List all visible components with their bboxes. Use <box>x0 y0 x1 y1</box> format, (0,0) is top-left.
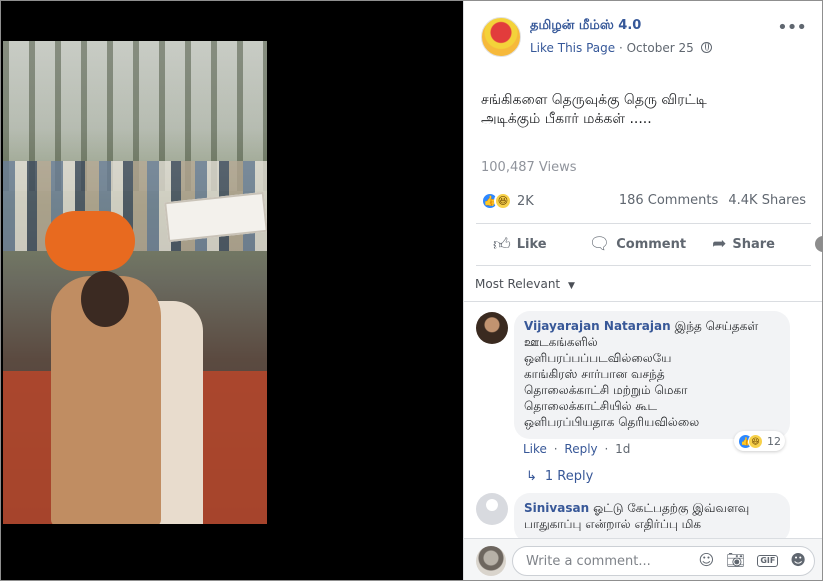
speech-bubble-icon: 🗨︎ <box>588 234 611 254</box>
action-bar: 👍︎ Like 🗨︎ Comment ➦ Share ▼ <box>476 228 823 260</box>
post-meta: Like This Page · October 25 <box>530 41 712 55</box>
comments-count-link[interactable]: 186 Comments <box>619 193 718 208</box>
comment-author-link[interactable]: Sinivasan <box>524 501 589 515</box>
globe-icon <box>700 42 712 53</box>
comment-sort-dropdown[interactable]: Most Relevant ▼ <box>475 277 575 291</box>
divider <box>464 301 822 302</box>
comment-author-link[interactable]: Vijayarajan Natarajan <box>524 319 671 333</box>
like-button[interactable]: 👍︎ Like <box>493 234 547 255</box>
commenter-avatar[interactable] <box>476 493 508 525</box>
gif-icon[interactable]: GIF <box>757 554 779 567</box>
divider <box>476 223 811 224</box>
page-name-link[interactable]: தமிழன் மீம்ஸ் 4.0 <box>530 18 641 34</box>
sticker-icon[interactable]: ☻ <box>790 553 806 568</box>
share-button[interactable]: ➦ Share <box>712 234 775 254</box>
divider <box>476 265 811 266</box>
comment-reactions[interactable]: 👍 😆 12 <box>734 431 785 451</box>
chevron-down-icon: ▼ <box>567 281 575 291</box>
reaction-summary[interactable]: 👍 😆 2K <box>481 191 534 211</box>
composer-avatar <box>476 546 506 576</box>
media-viewer <box>1 1 463 580</box>
emoji-icon[interactable]: ☺ <box>699 553 715 568</box>
comment-button[interactable]: 🗨︎ Comment <box>589 234 686 254</box>
camera-icon[interactable]: 📷︎ <box>726 553 745 568</box>
comment-reaction-count: 12 <box>767 434 781 448</box>
post-panel: தமிழன் மீம்ஸ் 4.0 Like This Page · Octob… <box>463 1 823 580</box>
meta-separator: · <box>618 41 623 55</box>
share-arrow-icon: ➦ <box>712 234 727 254</box>
comment-input[interactable]: Write a comment... ☺ 📷︎ GIF ☻ <box>512 546 815 576</box>
comment-time[interactable]: 1d <box>615 442 630 456</box>
post-text: சங்கிகளை தெருவுக்கு தெரு விரட்டி அடிக்கு… <box>481 92 707 127</box>
comment-composer: Write a comment... ☺ 📷︎ GIF ☻ <box>464 538 822 580</box>
post-date[interactable]: October 25 <box>627 41 694 55</box>
comment-like-link[interactable]: Like <box>523 442 547 456</box>
page-avatar[interactable] <box>481 17 521 57</box>
composer-icons: ☺ 📷︎ GIF ☻ <box>687 553 806 568</box>
engagement-counts: 186 Comments 4.4K Shares <box>619 193 806 208</box>
haha-reaction-icon: 😆 <box>494 192 512 210</box>
shares-count-link[interactable]: 4.4K Shares <box>728 193 806 208</box>
post-video[interactable] <box>3 41 267 524</box>
like-page-link[interactable]: Like This Page <box>530 41 615 55</box>
commenter-avatar[interactable] <box>476 312 508 344</box>
comment-text: இந்த செய்தகள் ஊடகங்களில் ஒளிபரப்பப்படவில… <box>524 319 759 429</box>
haha-reaction-icon: 😆 <box>748 433 763 449</box>
comment-bubble: Sinivasan ஓட்டு கேட்பதற்கு இவ்வளவு பாதுகா… <box>514 493 790 543</box>
comment-input-placeholder: Write a comment... <box>526 554 651 569</box>
view-count: 100,487 Views <box>481 160 577 175</box>
more-horizontal-icon[interactable]: ••• <box>777 19 807 37</box>
reply-arrow-icon: ↳ <box>526 469 537 484</box>
comment-reply-link[interactable]: Reply <box>564 442 597 456</box>
account-avatar <box>814 236 823 252</box>
thumbs-up-icon: 👍︎ <box>493 234 511 255</box>
post-as-selector[interactable]: ▼ <box>814 236 823 252</box>
comment-actions: Like · Reply · 1d <box>523 442 631 456</box>
comment-bubble: Vijayarajan Natarajan இந்த செய்தகள் ஊடகங்… <box>514 311 790 439</box>
reaction-count: 2K <box>517 193 534 209</box>
view-replies-link[interactable]: ↳ 1 Reply <box>526 469 593 484</box>
